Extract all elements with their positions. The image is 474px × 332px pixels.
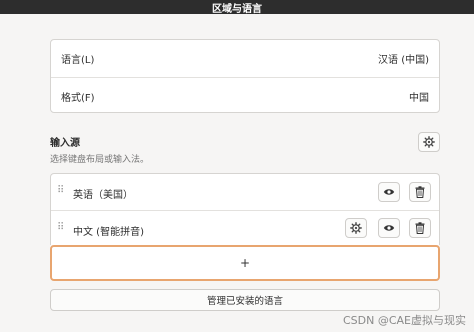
formats-label: 格式(F) (61, 92, 95, 104)
input-sources-description: 选择键盘布局或输入法。 (50, 155, 150, 165)
language-format-card: 语言(L) 汉语 (中国) 格式(F) 中国 (50, 39, 440, 113)
language-row[interactable]: 语言(L) 汉语 (中国) (51, 40, 439, 77)
input-source-item[interactable]: ⠿ 英语（美国） (51, 174, 439, 210)
eye-icon (383, 187, 395, 197)
remove-button[interactable] (409, 218, 431, 238)
language-value: 汉语 (中国) (378, 55, 429, 66)
trash-icon (415, 222, 425, 234)
input-sources-options-button[interactable] (418, 132, 440, 152)
window-title: 区域与语言 (212, 3, 262, 15)
watermark: CSDN @CAE虚拟与现实 (342, 314, 466, 327)
formats-value: 中国 (409, 92, 429, 104)
manage-installed-languages-button[interactable]: 管理已安装的语言 (50, 289, 440, 311)
plus-icon: + (239, 256, 251, 270)
drag-handle-icon[interactable]: ⠿ (57, 223, 64, 233)
input-source-item[interactable]: ⠿ 中文 (智能拼音) (51, 211, 439, 246)
gear-icon (423, 136, 435, 148)
remove-button[interactable] (409, 182, 431, 202)
trash-icon (415, 186, 425, 198)
input-source-settings-button[interactable] (345, 218, 367, 238)
eye-icon (383, 223, 395, 233)
formats-row[interactable]: 格式(F) 中国 (51, 78, 439, 114)
drag-handle-icon[interactable]: ⠿ (57, 186, 64, 196)
add-input-source-button[interactable]: + (50, 245, 440, 281)
language-label: 语言(L) (61, 55, 95, 66)
input-sources-heading: 输入源 (50, 138, 80, 149)
preview-button[interactable] (378, 182, 400, 202)
manage-button-label: 管理已安装的语言 (206, 296, 283, 307)
preview-button[interactable] (378, 218, 400, 238)
gear-icon (350, 222, 362, 234)
input-sources-list: ⠿ 英语（美国） ⠿ 中文 (智能拼音) (50, 173, 440, 245)
input-source-label: 英语（美国） (73, 190, 133, 201)
input-source-label: 中文 (智能拼音) (73, 227, 144, 238)
window-titlebar: 区域与语言 (0, 0, 474, 14)
